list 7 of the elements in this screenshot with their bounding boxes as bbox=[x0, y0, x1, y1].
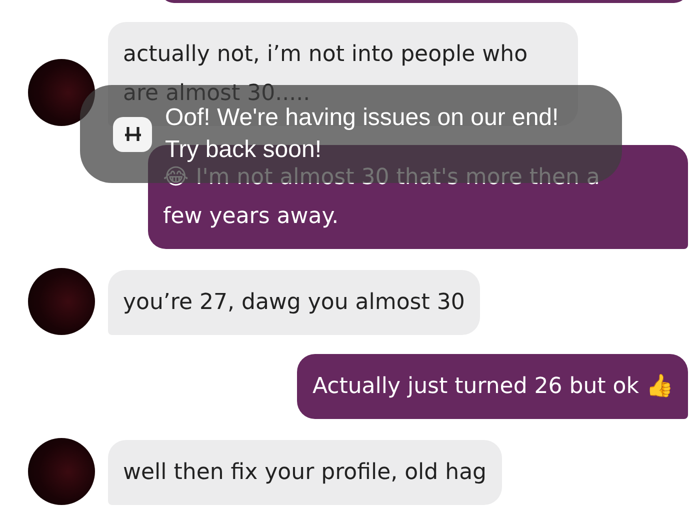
message-text: well then fix your profile, old hag bbox=[123, 460, 487, 485]
message-text: 😂 I'm not almost 30 that's more then a few years away. bbox=[163, 165, 600, 229]
message-text: actually not, i’m not into people who are almost 30..... bbox=[123, 42, 528, 106]
app-logo-icon bbox=[113, 116, 152, 152]
message-text: you’re 27, dawg you almost 30 bbox=[123, 290, 465, 315]
toast-message: Oof! We're having issues on our end! Try back soon! bbox=[165, 103, 560, 165]
message-text: Actually just turned 26 but ok 👍 bbox=[312, 374, 673, 399]
